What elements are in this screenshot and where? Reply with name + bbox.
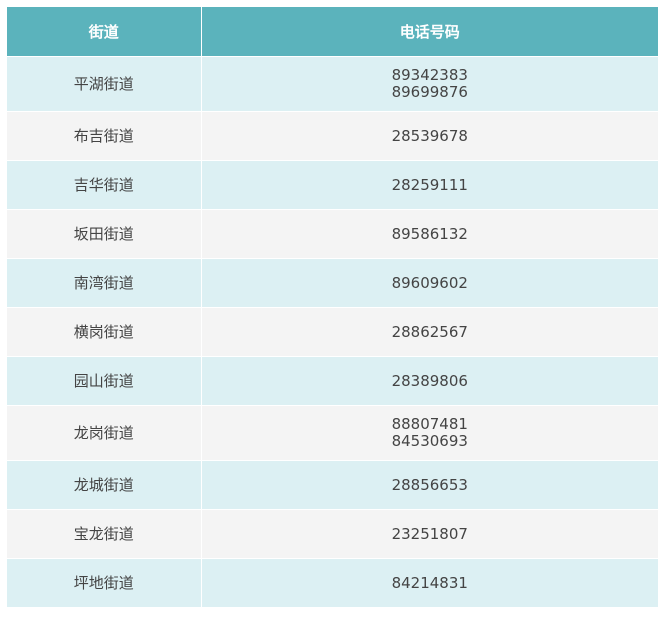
table-row: 坪地街道 84214831 bbox=[7, 558, 658, 607]
phone-cell: 84214831 bbox=[201, 558, 658, 607]
table-row: 吉华街道 28259111 bbox=[7, 160, 658, 210]
phone-cell: 89342383 89699876 bbox=[201, 56, 658, 112]
street-phone-table: 街道 电话号码 平湖街道 89342383 89699876 布吉街道 28539678… bbox=[7, 7, 658, 607]
street-cell: 南湾街道 bbox=[7, 258, 202, 308]
header-phone: 电话号码 bbox=[201, 7, 658, 57]
table-row: 龙城街道 28856653 bbox=[7, 460, 658, 510]
phone-number: 28259111 bbox=[391, 175, 468, 194]
phone-number: 28539678 bbox=[391, 126, 468, 145]
phone-number: 23251807 bbox=[391, 524, 468, 543]
table-row: 龙岗街道 88807481 84530693 bbox=[7, 405, 658, 461]
street-phone-table-container: 街道 电话号码 平湖街道 89342383 89699876 布吉街道 28539678… bbox=[7, 7, 658, 607]
table-row: 南湾街道 89609602 bbox=[7, 258, 658, 308]
street-cell: 宝龙街道 bbox=[7, 509, 202, 559]
phone-cell: 23251807 bbox=[201, 509, 658, 559]
table-row: 平湖街道 89342383 89699876 bbox=[7, 56, 658, 112]
street-cell: 平湖街道 bbox=[7, 56, 202, 112]
phone-number: 28856653 bbox=[391, 475, 468, 494]
street-cell: 龙岗街道 bbox=[7, 405, 202, 461]
phone-number: 89342383 bbox=[391, 66, 468, 84]
phone-number: 89699876 bbox=[391, 83, 468, 101]
phone-cell: 28259111 bbox=[201, 160, 658, 210]
table-row: 布吉街道 28539678 bbox=[7, 111, 658, 161]
street-cell: 园山街道 bbox=[7, 356, 202, 406]
table-row: 横岗街道 28862567 bbox=[7, 307, 658, 357]
street-cell: 龙城街道 bbox=[7, 460, 202, 510]
street-cell: 坂田街道 bbox=[7, 209, 202, 259]
table-row: 坂田街道 89586132 bbox=[7, 209, 658, 259]
phone-number: 28389806 bbox=[391, 371, 468, 390]
street-cell: 吉华街道 bbox=[7, 160, 202, 210]
phone-number: 28862567 bbox=[391, 322, 468, 341]
header-street: 街道 bbox=[7, 7, 202, 57]
phone-cell: 28389806 bbox=[201, 356, 658, 406]
phone-number: 88807481 bbox=[391, 415, 468, 433]
phone-cell: 89586132 bbox=[201, 209, 658, 259]
phone-cell: 88807481 84530693 bbox=[201, 405, 658, 461]
phone-cell: 89609602 bbox=[201, 258, 658, 308]
phone-number: 84214831 bbox=[391, 573, 468, 592]
table-header-row: 街道 电话号码 bbox=[7, 7, 658, 57]
phone-number: 84530693 bbox=[391, 432, 468, 450]
street-cell: 布吉街道 bbox=[7, 111, 202, 161]
phone-cell: 28856653 bbox=[201, 460, 658, 510]
table-row: 园山街道 28389806 bbox=[7, 356, 658, 406]
phone-number: 89586132 bbox=[391, 224, 468, 243]
table-row: 宝龙街道 23251807 bbox=[7, 509, 658, 559]
phone-number: 89609602 bbox=[391, 273, 468, 292]
phone-cell: 28539678 bbox=[201, 111, 658, 161]
street-cell: 坪地街道 bbox=[7, 558, 202, 607]
street-cell: 横岗街道 bbox=[7, 307, 202, 357]
table-body: 平湖街道 89342383 89699876 布吉街道 28539678 吉华街道 2825… bbox=[7, 56, 658, 607]
phone-cell: 28862567 bbox=[201, 307, 658, 357]
